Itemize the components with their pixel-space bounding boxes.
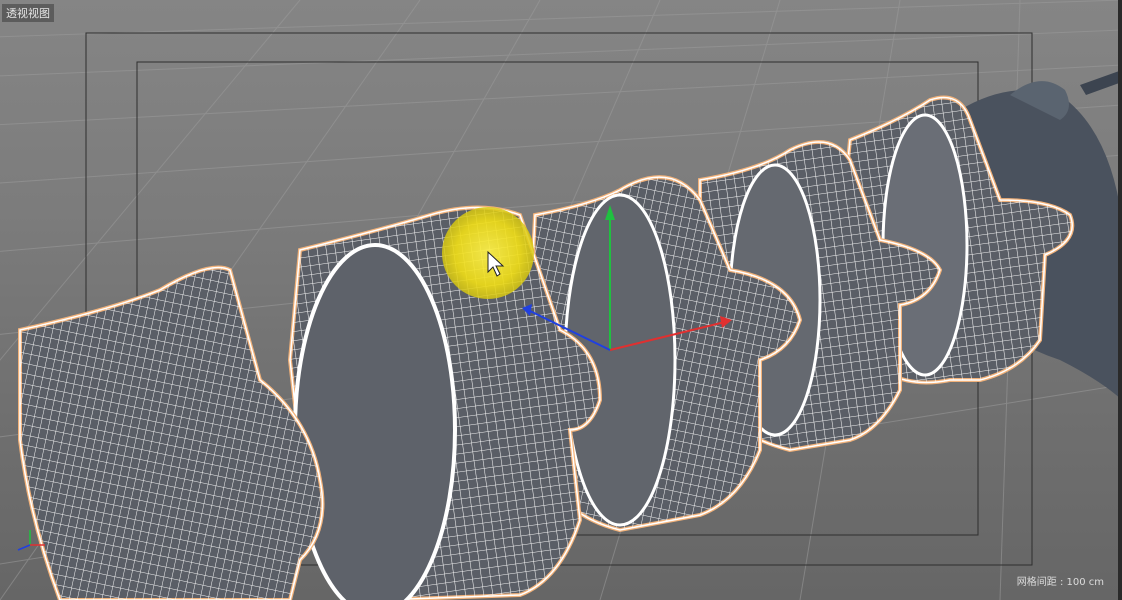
viewport-edge-bar [1118,0,1122,600]
perspective-viewport[interactable]: 透视视图 网格间距 : 100 cm [0,0,1122,600]
ring-1[interactable] [18,265,325,600]
grid-spacing-label: 网格间距 : 100 cm [1016,577,1104,588]
3d-scene[interactable] [0,0,1122,600]
view-name-label[interactable]: 透视视图 [2,4,54,22]
